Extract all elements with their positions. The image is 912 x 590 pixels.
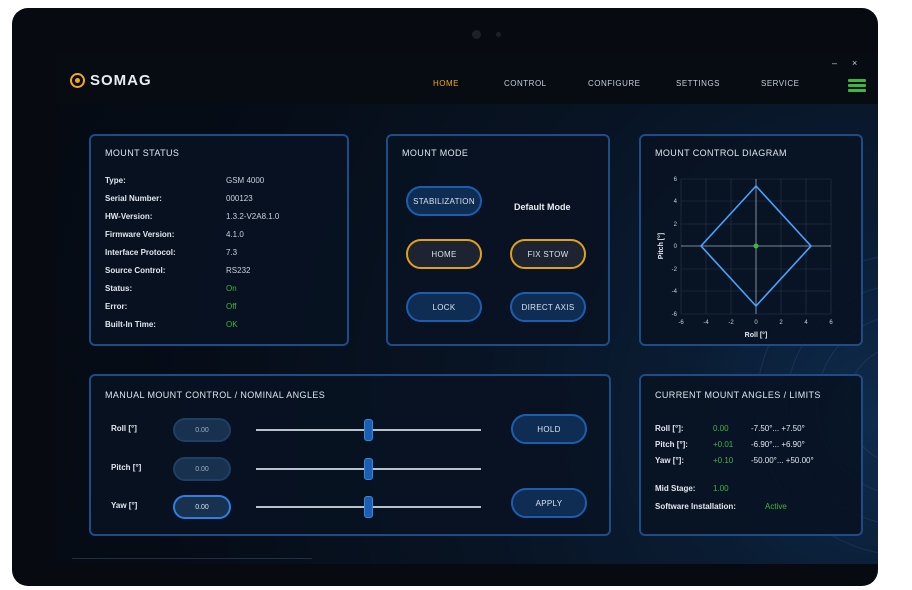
yaw-label: Yaw [°]: [111, 501, 138, 510]
y-tick-label: 0: [674, 244, 678, 250]
software-installation-value: Active: [765, 502, 787, 511]
mid-stage-value: 1.00: [713, 484, 729, 493]
camera-sensor: [496, 32, 501, 37]
status-value: On: [226, 284, 237, 293]
software-installation-label: Software Installation:: [655, 502, 736, 511]
limit-row-label: Roll [°]:: [655, 424, 684, 433]
minimize-icon[interactable]: –: [832, 58, 837, 68]
limit-row-label: Pitch [°]:: [655, 440, 688, 449]
y-tick-label: -4: [672, 289, 678, 295]
roll-label: Roll [°]: [111, 424, 137, 433]
mid-stage-label: Mid Stage:: [655, 484, 696, 493]
close-icon[interactable]: ×: [852, 58, 857, 68]
direct-axis-button[interactable]: DIRECT AXIS: [510, 292, 586, 322]
panel-title: MOUNT MODE: [402, 148, 469, 158]
bezel-highlight: [72, 558, 312, 559]
limit-row-range: -50.00°... +50.00°: [751, 456, 814, 465]
status-key: Built-In Time:: [105, 320, 156, 329]
status-value: GSM 4000: [226, 176, 265, 185]
top-nav-bar: SOMAG HOME CONTROL CONFIGURE SETTINGS SE…: [56, 54, 878, 104]
stabilization-button[interactable]: STABILIZATION: [406, 186, 482, 216]
limit-row-range: -6.90°... +6.90°: [751, 440, 805, 449]
app-screen: SOMAG HOME CONTROL CONFIGURE SETTINGS SE…: [56, 54, 878, 564]
limit-row-range: -7.50°... +7.50°: [751, 424, 805, 433]
diagram-canvas: 6 4 2 0 -2 -4 -6 -6 -4 -2 0 2 4 6 Roll […: [657, 177, 833, 339]
status-value: 000123: [226, 194, 253, 203]
status-key: Serial Number:: [105, 194, 162, 203]
status-value: 7.3: [226, 248, 238, 257]
x-tick-label: -6: [678, 320, 684, 326]
panel-title: MOUNT STATUS: [105, 148, 180, 158]
pitch-label: Pitch [°]: [111, 463, 142, 472]
y-axis-label: Pitch [°]: [657, 233, 665, 260]
x-axis-label: Roll [°]: [745, 331, 768, 339]
status-value: Off: [226, 302, 237, 311]
nav-control[interactable]: CONTROL: [504, 79, 547, 88]
y-tick-label: 6: [674, 177, 678, 183]
status-key: HW-Version:: [105, 212, 153, 221]
status-key: Type:: [105, 176, 126, 185]
pitch-value-field[interactable]: 0.00: [173, 457, 231, 481]
mount-status-panel: MOUNT STATUS Type: GSM 4000 Serial Numbe…: [89, 134, 349, 346]
y-tick-label: -2: [672, 267, 678, 273]
mount-control-diagram-panel: MOUNT CONTROL DIAGRAM 6 4 2 0 -2 -4 -6 -…: [639, 134, 863, 346]
yaw-value-field[interactable]: 0.00: [173, 495, 231, 519]
yaw-slider-thumb[interactable]: [364, 496, 373, 518]
manual-mount-control-panel: MANUAL MOUNT CONTROL / NOMINAL ANGLES Ro…: [89, 374, 611, 536]
limit-row-value: +0.10: [713, 456, 734, 465]
x-tick-label: 0: [754, 320, 758, 326]
panel-title: CURRENT MOUNT ANGLES / LIMITS: [655, 390, 821, 400]
camera-lens: [472, 30, 481, 39]
y-tick-label: 4: [674, 199, 678, 205]
tablet-device: SOMAG HOME CONTROL CONFIGURE SETTINGS SE…: [12, 8, 878, 586]
nav-service[interactable]: SERVICE: [761, 79, 799, 88]
roll-slider-thumb[interactable]: [364, 419, 373, 441]
limit-row-value: 0.00: [713, 424, 729, 433]
apply-button[interactable]: APPLY: [511, 488, 587, 518]
default-mode-label: Default Mode: [514, 202, 571, 212]
x-tick-label: 6: [829, 320, 833, 326]
hamburger-menu-icon[interactable]: [848, 79, 866, 92]
brand-logo[interactable]: SOMAG: [70, 72, 152, 89]
status-key: Source Control:: [105, 266, 166, 275]
lock-button[interactable]: LOCK: [406, 292, 482, 322]
y-tick-label: 2: [674, 222, 678, 228]
status-key: Interface Protocol:: [105, 248, 176, 257]
status-value: 4.1.0: [226, 230, 244, 239]
nav-settings[interactable]: SETTINGS: [676, 79, 720, 88]
logo-icon: [70, 73, 85, 88]
current-position-marker: [753, 243, 759, 249]
pitch-slider-thumb[interactable]: [364, 458, 373, 480]
limit-row-label: Yaw [°]:: [655, 456, 684, 465]
status-value: RS232: [226, 266, 251, 275]
mount-mode-panel: MOUNT MODE STABILIZATION Default Mode HO…: [386, 134, 610, 346]
roll-value-field[interactable]: 0.00: [173, 418, 231, 442]
x-tick-label: -2: [728, 320, 734, 326]
x-tick-label: -4: [703, 320, 709, 326]
panel-title: MANUAL MOUNT CONTROL / NOMINAL ANGLES: [105, 390, 326, 400]
y-tick-label: -6: [672, 312, 678, 318]
status-key: Status:: [105, 284, 133, 293]
status-key: Error:: [105, 302, 128, 311]
nav-home[interactable]: HOME: [433, 79, 459, 88]
brand-name: SOMAG: [90, 72, 152, 89]
current-angles-limits-panel: CURRENT MOUNT ANGLES / LIMITS Roll [°]: …: [639, 374, 863, 536]
limit-row-value: +0.01: [713, 440, 734, 449]
home-button[interactable]: HOME: [406, 239, 482, 269]
status-key: Firmware Version:: [105, 230, 175, 239]
x-tick-label: 4: [804, 320, 808, 326]
x-tick-label: 2: [779, 320, 783, 326]
status-value: 1.3.2-V2A8.1.0: [226, 212, 280, 221]
hold-button[interactable]: HOLD: [511, 414, 587, 444]
nav-configure[interactable]: CONFIGURE: [588, 79, 641, 88]
status-value: OK: [226, 320, 238, 329]
fix-stow-button[interactable]: FIX STOW: [510, 239, 586, 269]
